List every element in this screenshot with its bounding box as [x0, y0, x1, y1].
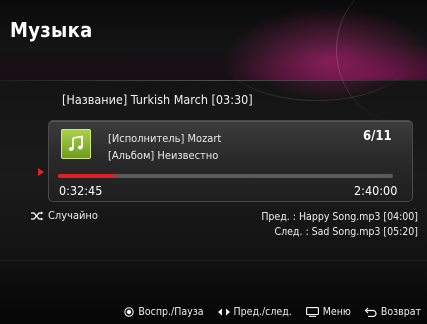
- progress-bar[interactable]: [58, 174, 393, 178]
- left-right-arrows-icon: [217, 308, 230, 316]
- prev-next-label: Пред./след.: [233, 306, 292, 318]
- next-track-label: След. : Sad Song.mp3 [05:20]: [274, 226, 418, 238]
- enter-button-icon: [124, 307, 135, 317]
- play-pause-label: Воспр./Пауза: [138, 306, 204, 318]
- song-title: [Название] Turkish March [03:30]: [62, 92, 253, 107]
- artist-label: [Исполнитель] Mozart: [108, 132, 222, 145]
- track-counter: 6/11: [363, 129, 392, 144]
- play-indicator-icon: [38, 168, 44, 176]
- menu-hint[interactable]: Меню: [305, 306, 351, 318]
- footer-hints: Воспр./Пауза Пред./след. Меню Возврат: [0, 300, 427, 324]
- music-note-icon: [67, 135, 85, 153]
- current-time: 0:32:45: [59, 183, 103, 198]
- album-art: [61, 129, 91, 159]
- menu-label: Меню: [322, 306, 351, 318]
- shuffle-status[interactable]: Случайно: [30, 209, 98, 222]
- return-arrow-icon: [364, 307, 377, 317]
- shuffle-label: Случайно: [48, 209, 98, 222]
- shuffle-icon: [30, 211, 44, 221]
- queue-info: Пред. : Happy Song.mp3 [04:00] След. : S…: [261, 210, 418, 240]
- album-label: [Альбом] Неизвестно: [108, 149, 219, 162]
- divider: [0, 80, 427, 81]
- back-label: Возврат: [380, 306, 421, 318]
- page-title: Музыка: [10, 18, 93, 42]
- menu-icon: [305, 307, 319, 317]
- total-time: 2:40:00: [354, 183, 398, 198]
- play-pause-hint[interactable]: Воспр./Пауза: [124, 306, 204, 318]
- header-bar: Музыка: [0, 0, 427, 120]
- divider: [0, 260, 427, 261]
- progress-fill: [58, 174, 115, 178]
- header-decoration: [227, 20, 407, 101]
- prev-next-hint[interactable]: Пред./след.: [217, 306, 292, 318]
- music-player-screen: Музыка [Название] Turkish March [03:30] …: [0, 0, 427, 324]
- back-hint[interactable]: Возврат: [364, 306, 421, 318]
- previous-track-label: Пред. : Happy Song.mp3 [04:00]: [261, 211, 418, 223]
